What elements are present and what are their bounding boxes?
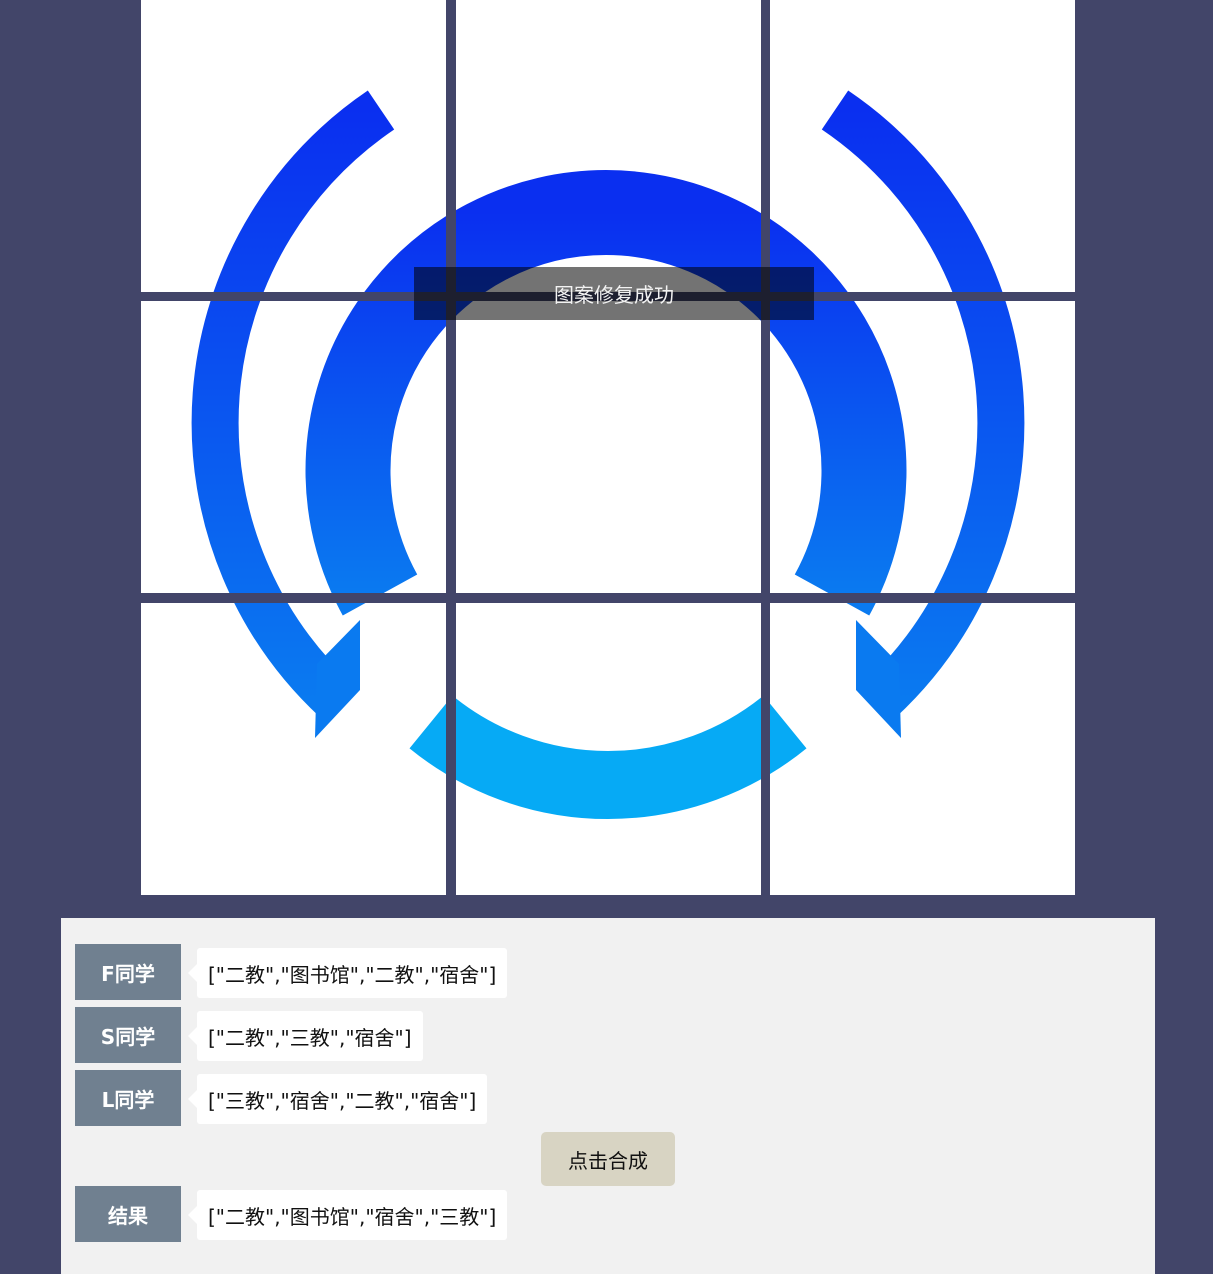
logo-fragment — [456, 170, 761, 292]
success-toast: 图案修复成功 — [414, 267, 814, 320]
logo-fragment — [213, 90, 446, 292]
student-route-bubble: ["二教","三教","宿舍"] — [188, 1011, 423, 1061]
puzzle-tile-7[interactable] — [141, 603, 446, 895]
logo-fragment — [770, 301, 1025, 593]
puzzle-tile-3[interactable] — [770, 0, 1075, 292]
student-name-tag: S同学 — [75, 1007, 181, 1063]
student-name-tag: L同学 — [75, 1070, 181, 1126]
puzzle-tile-9[interactable] — [770, 603, 1075, 895]
student-route-bubble: ["三教","宿舍","二教","宿舍"] — [187, 1074, 488, 1124]
puzzle-tile-6[interactable] — [770, 301, 1075, 593]
puzzle-tile-2[interactable] — [456, 0, 761, 292]
route-panel: F同学 ["二教","图书馆","二教","宿舍"] S同学 ["二教","三教… — [61, 918, 1155, 1274]
logo-fragment — [770, 90, 1003, 292]
logo-fragment — [456, 301, 761, 321]
merge-button[interactable]: 点击合成 — [541, 1132, 675, 1186]
puzzle-board — [141, 0, 1075, 895]
logo-fragment — [770, 603, 982, 775]
logo-fragment — [191, 301, 446, 593]
result-route-bubble: ["二教","图书馆","宿舍","三教"] — [187, 1190, 508, 1240]
puzzle-tile-1[interactable] — [141, 0, 446, 292]
student-name-tag: F同学 — [75, 944, 181, 1000]
puzzle-tile-5[interactable] — [456, 301, 761, 593]
puzzle-tile-8[interactable] — [456, 603, 761, 895]
puzzle-tile-4[interactable] — [141, 301, 446, 593]
logo-fragment — [234, 603, 446, 775]
student-route-bubble: ["二教","图书馆","二教","宿舍"] — [187, 948, 508, 998]
logo-fragment — [456, 697, 761, 820]
result-name-tag: 结果 — [75, 1186, 181, 1242]
